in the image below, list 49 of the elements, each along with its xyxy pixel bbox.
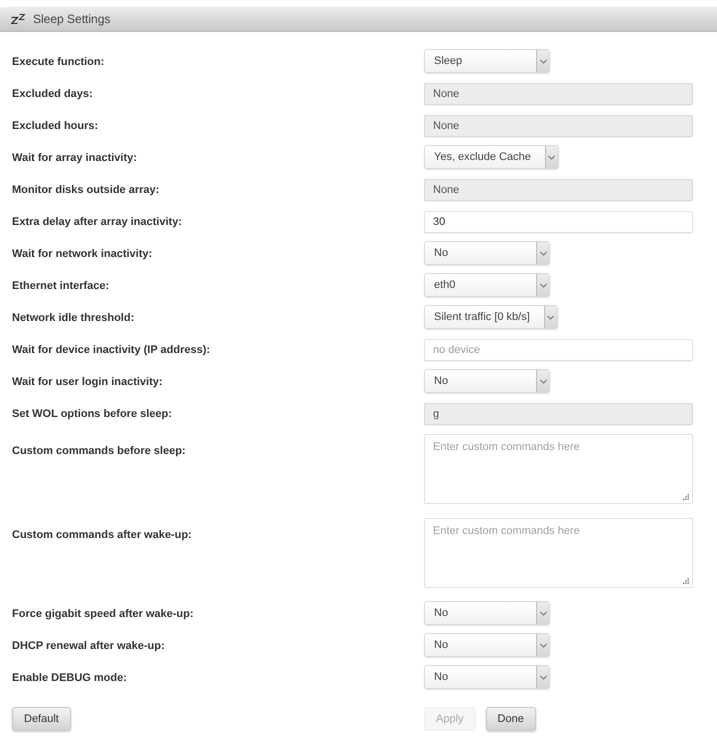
setting-label: Set WOL options before sleep: [12,408,172,420]
chevron-down-icon [536,370,549,392]
select-dropdown[interactable]: No [424,665,550,689]
panel-title: Sleep Settings [33,11,110,28]
select-dropdown[interactable]: Silent traffic [0 kb/s] [424,305,558,329]
sleep-icon [11,14,25,24]
setting-label: Extra delay after array inactivity: [12,216,182,228]
setting-label: Enable DEBUG mode: [12,672,127,684]
setting-label: Network idle threshold: [12,312,134,324]
setting-label: Ethernet interface: [12,280,110,292]
select-dropdown[interactable]: No [424,633,550,657]
setting-label: Monitor disks outside array: [12,184,160,196]
chevron-down-icon [536,50,549,72]
chevron-down-icon [536,274,549,296]
setting-label: Wait for network inactivity: [12,248,152,260]
input-field[interactable]: g [424,403,693,425]
chevron-down-icon [544,146,558,168]
resize-grip-icon [683,494,689,500]
input-field[interactable]: None [424,115,693,137]
setting-label: Wait for array inactivity: [12,152,137,164]
select-dropdown[interactable]: Yes, exclude Cache [424,145,559,169]
input-field[interactable]: 30 [424,211,693,233]
setting-label: Execute function: [12,56,104,68]
setting-label: Excluded hours: [12,120,98,132]
action-button[interactable]: Default [12,707,71,731]
select-dropdown[interactable]: Sleep [424,49,550,73]
chevron-down-icon [536,666,549,688]
setting-label: Wait for user login inactivity: [12,376,163,388]
select-dropdown[interactable]: No [424,369,550,393]
setting-label: Wait for device inactivity (IP address): [12,344,210,356]
input-field[interactable]: None [424,83,693,105]
setting-label: Force gigabit speed after wake-up: [12,608,194,620]
select-dropdown[interactable]: eth0 [424,273,550,297]
setting-label: Excluded days: [12,88,93,100]
input-field[interactable]: no device [424,339,693,361]
input-field[interactable]: None [424,179,693,201]
select-dropdown[interactable]: No [424,241,550,265]
setting-label: DHCP renewal after wake-up: [12,640,165,652]
setting-label: Custom commands after wake-up: [12,529,192,541]
text-area[interactable]: Enter custom commands here [424,434,693,504]
chevron-down-icon [536,602,549,624]
action-button[interactable]: Done [486,707,536,731]
resize-grip-icon [683,578,689,584]
chevron-down-icon [536,242,549,264]
text-area[interactable]: Enter custom commands here [424,518,693,588]
setting-label: Custom commands before sleep: [12,445,186,457]
chevron-down-icon [544,306,557,328]
chevron-down-icon [536,634,549,656]
select-dropdown[interactable]: No [424,601,550,625]
